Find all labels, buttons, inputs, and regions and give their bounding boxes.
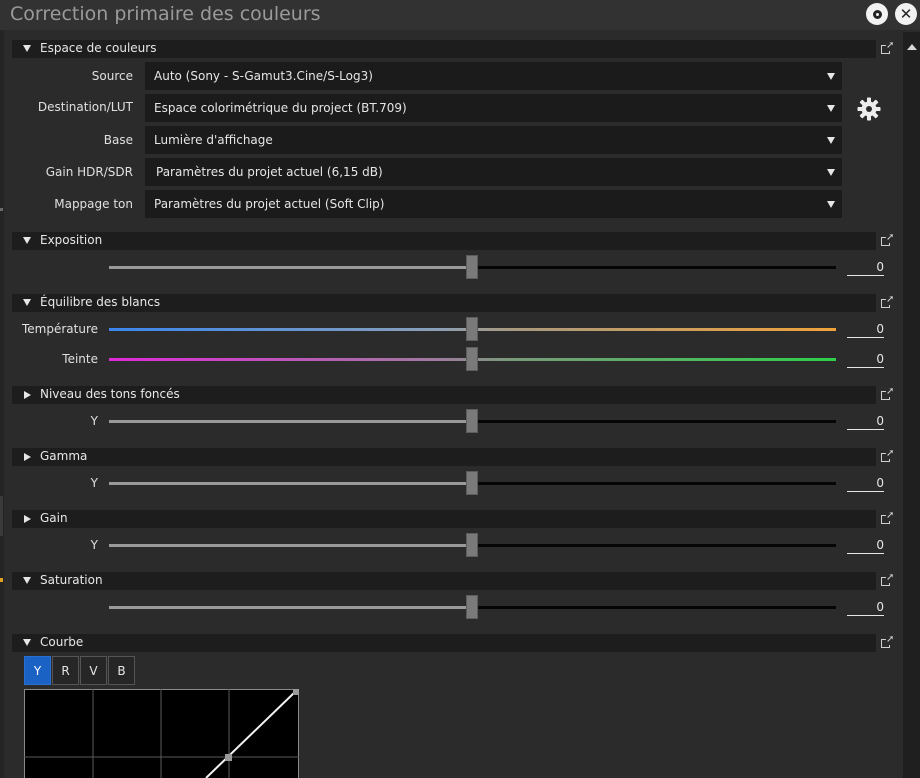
destination-value: Espace colorimétrique du project (BT.709… (154, 101, 407, 115)
curve-control-point[interactable] (293, 689, 299, 695)
base-value: Lumière d'affichage (154, 133, 273, 147)
gain-hdr-label: Gain HDR/SDR (45, 165, 133, 179)
gamma-slider-thumb[interactable] (466, 471, 478, 495)
scroll-up-icon[interactable] (903, 36, 920, 50)
reset-icon[interactable]: ➚ (881, 511, 895, 524)
source-label: Source (91, 69, 133, 83)
saturation-value[interactable]: 0 (847, 601, 884, 616)
saturation-slider-thumb[interactable] (466, 595, 478, 619)
reset-icon[interactable]: ➚ (881, 635, 895, 648)
gamma-y-label: Y (90, 476, 98, 490)
source-dropdown[interactable]: Auto (Sony - S-Gamut3.Cine/S-Log3) (145, 62, 842, 90)
base-label: Base (103, 133, 133, 147)
curve-channel-tabs: Y R V B (24, 656, 136, 686)
section-title: Exposition (40, 233, 103, 247)
section-color-space[interactable]: Espace de couleurs (12, 40, 876, 58)
reset-icon[interactable]: ➚ (881, 233, 895, 246)
gamma-value[interactable]: 0 (847, 477, 884, 492)
section-title: Espace de couleurs (40, 41, 157, 55)
section-exposure[interactable]: Exposition (12, 232, 876, 250)
tint-value[interactable]: 0 (847, 353, 884, 368)
section-title: Saturation (40, 573, 103, 587)
destination-dropdown[interactable]: Espace colorimétrique du project (BT.709… (145, 94, 842, 122)
shadows-value[interactable]: 0 (847, 415, 884, 430)
reset-icon[interactable]: ➚ (881, 387, 895, 400)
gain-hdr-dropdown[interactable]: Paramètres du projet actuel (6,15 dB) (145, 158, 842, 186)
shadows-y-label: Y (90, 414, 98, 428)
tab-r[interactable]: R (52, 656, 79, 685)
chevron-down-icon (827, 201, 835, 208)
chevron-down-icon (827, 105, 835, 112)
curve-control-point[interactable] (225, 754, 232, 761)
reset-icon[interactable]: ➚ (881, 295, 895, 308)
section-title: Niveau des tons foncés (40, 387, 180, 401)
expand-triangle-icon[interactable] (24, 391, 31, 399)
edge-mark (0, 208, 3, 211)
tab-b[interactable]: B (108, 656, 135, 685)
close-icon[interactable]: ✕ (895, 3, 917, 25)
chevron-down-icon (827, 73, 835, 80)
tab-y[interactable]: Y (24, 656, 51, 685)
tone-mapping-value: Paramètres du projet actuel (Soft Clip) (154, 197, 385, 211)
vertical-scrollbar[interactable] (903, 32, 920, 778)
chevron-down-icon (827, 169, 835, 176)
destination-label: Destination/LUT (37, 100, 133, 114)
gain-hdr-value: Paramètres du projet actuel (6,15 dB) (156, 165, 383, 179)
section-saturation[interactable]: Saturation (12, 572, 876, 590)
section-curve[interactable]: Courbe (12, 634, 876, 652)
reset-icon[interactable]: ➚ (881, 449, 895, 462)
collapse-triangle-icon[interactable] (23, 45, 31, 52)
section-gamma[interactable]: Gamma (12, 448, 876, 466)
reset-icon[interactable]: ➚ (881, 41, 895, 54)
chevron-down-icon (827, 137, 835, 144)
collapse-triangle-icon[interactable] (23, 577, 31, 584)
temperature-label: Température (21, 322, 98, 336)
temperature-value[interactable]: 0 (847, 323, 884, 338)
title-bar: Correction primaire des couleurs ✕ (0, 0, 920, 30)
source-value: Auto (Sony - S-Gamut3.Cine/S-Log3) (154, 69, 373, 83)
section-gain[interactable]: Gain (12, 510, 876, 528)
window-title: Correction primaire des couleurs (10, 3, 321, 25)
left-edge (0, 30, 4, 778)
tone-mapping-dropdown[interactable]: Paramètres du projet actuel (Soft Clip) (145, 190, 842, 218)
section-white-balance[interactable]: Équilibre des blancs (12, 294, 876, 312)
section-title: Équilibre des blancs (40, 295, 161, 309)
expand-triangle-icon[interactable] (24, 453, 31, 461)
settings-icon[interactable] (866, 3, 888, 25)
base-dropdown[interactable]: Lumière d'affichage (145, 126, 842, 154)
curve-editor[interactable] (24, 689, 299, 778)
collapse-triangle-icon[interactable] (23, 639, 31, 646)
reset-icon[interactable]: ➚ (881, 573, 895, 586)
shadows-slider-thumb[interactable] (466, 409, 478, 433)
expand-triangle-icon[interactable] (24, 515, 31, 523)
exposure-slider-thumb[interactable] (466, 255, 478, 279)
temperature-slider-thumb[interactable] (466, 317, 478, 341)
edge-mark (0, 496, 3, 536)
gain-value[interactable]: 0 (847, 539, 884, 554)
section-title: Gamma (40, 449, 88, 463)
section-shadows[interactable]: Niveau des tons foncés (12, 386, 876, 404)
section-title: Gain (40, 511, 68, 525)
tab-v[interactable]: V (80, 656, 107, 685)
collapse-triangle-icon[interactable] (23, 237, 31, 244)
tint-label: Teinte (62, 352, 98, 366)
exposure-value[interactable]: 0 (847, 261, 884, 276)
section-title: Courbe (40, 635, 84, 649)
gear-icon[interactable] (856, 96, 882, 122)
tone-mapping-label: Mappage ton (54, 197, 133, 211)
edge-mark (0, 578, 3, 582)
collapse-triangle-icon[interactable] (23, 299, 31, 306)
gain-y-label: Y (90, 538, 98, 552)
tint-slider-thumb[interactable] (466, 347, 478, 371)
gain-slider-thumb[interactable] (466, 533, 478, 557)
